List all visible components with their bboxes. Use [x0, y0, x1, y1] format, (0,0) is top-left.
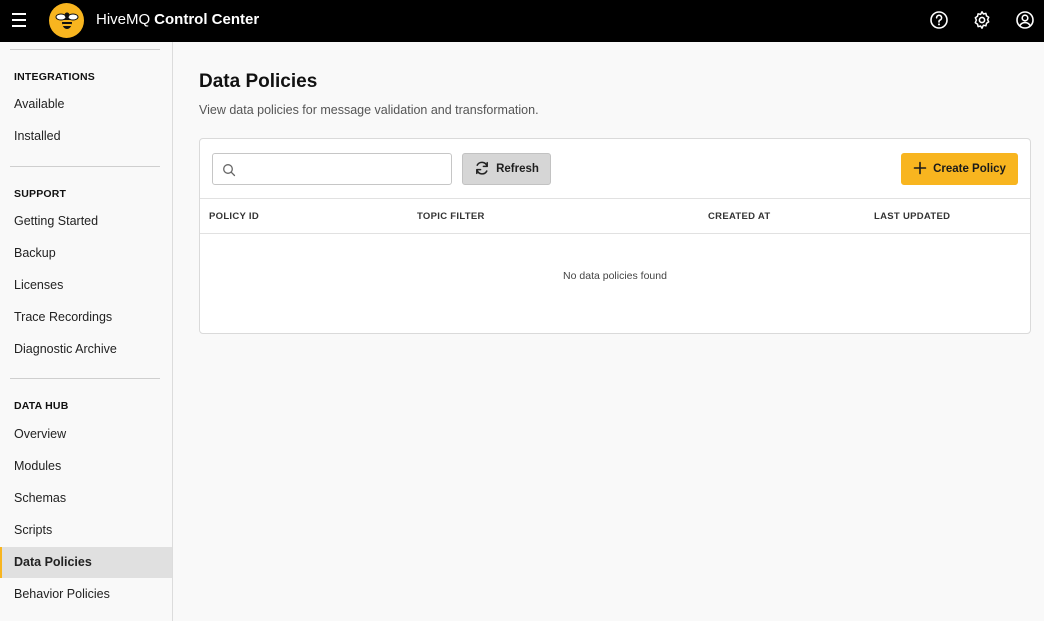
column-header-created-at[interactable]: CREATED AT [708, 211, 770, 222]
bee-logo-icon [49, 3, 84, 38]
sidebar-item-scripts[interactable]: Scripts [0, 515, 172, 546]
section-title-data-hub: DATA HUB [14, 400, 69, 412]
sidebar-item-overview[interactable]: Overview [0, 419, 172, 450]
plus-icon [913, 161, 927, 178]
column-header-last-updated[interactable]: LAST UPDATED [874, 211, 950, 222]
sidebar-item-getting-started[interactable]: Getting Started [0, 206, 172, 237]
refresh-label: Refresh [496, 163, 539, 175]
empty-state-message: No data policies found [563, 270, 667, 282]
create-policy-label: Create Policy [933, 163, 1006, 175]
sidebar-divider [10, 378, 160, 379]
sidebar-item-diagnostic-archive[interactable]: Diagnostic Archive [0, 334, 172, 365]
page-title: Data Policies [199, 71, 318, 92]
sidebar-item-licenses[interactable]: Licenses [0, 270, 172, 301]
search-field[interactable] [212, 153, 452, 185]
column-header-policy-id[interactable]: POLICY ID [209, 211, 259, 222]
section-title-integrations: INTEGRATIONS [14, 71, 95, 83]
sidebar-nav: INTEGRATIONS Available Installed SUPPORT… [0, 42, 173, 621]
sidebar-item-data-policies[interactable]: Data Policies [0, 547, 172, 578]
brand-name: HiveMQ [96, 11, 151, 28]
search-input[interactable] [239, 154, 449, 184]
table-header: POLICY ID TOPIC FILTER CREATED AT LAST U… [200, 198, 1030, 234]
search-icon [222, 163, 236, 177]
main-content: Data Policies View data policies for mes… [173, 42, 1044, 621]
create-policy-button[interactable]: Create Policy [901, 153, 1018, 185]
sidebar-item-backup[interactable]: Backup [0, 238, 172, 269]
account-icon[interactable] [1015, 10, 1035, 30]
menu-icon[interactable] [9, 10, 29, 30]
brand-title: HiveMQ Control Center [96, 11, 259, 28]
sidebar-divider [10, 166, 160, 167]
sidebar-item-trace-recordings[interactable]: Trace Recordings [0, 302, 172, 333]
sidebar-item-schemas[interactable]: Schemas [0, 483, 172, 514]
section-title-support: SUPPORT [14, 188, 67, 200]
policies-card: Refresh Create Policy POLICY ID TOPIC FI… [199, 138, 1031, 334]
sidebar-item-available[interactable]: Available [0, 89, 172, 120]
sidebar-item-behavior-policies[interactable]: Behavior Policies [0, 579, 172, 610]
sidebar-divider [10, 49, 160, 50]
top-app-bar: HiveMQ Control Center [0, 0, 1044, 42]
page-description: View data policies for message validatio… [199, 103, 539, 117]
sidebar-item-installed[interactable]: Installed [0, 121, 172, 152]
help-icon[interactable] [929, 10, 949, 30]
refresh-button[interactable]: Refresh [462, 153, 551, 185]
refresh-icon [474, 160, 490, 179]
brand-product: Control Center [154, 11, 260, 28]
column-header-topic-filter[interactable]: TOPIC FILTER [417, 211, 485, 222]
gear-icon[interactable] [972, 10, 992, 30]
sidebar-item-modules[interactable]: Modules [0, 451, 172, 482]
